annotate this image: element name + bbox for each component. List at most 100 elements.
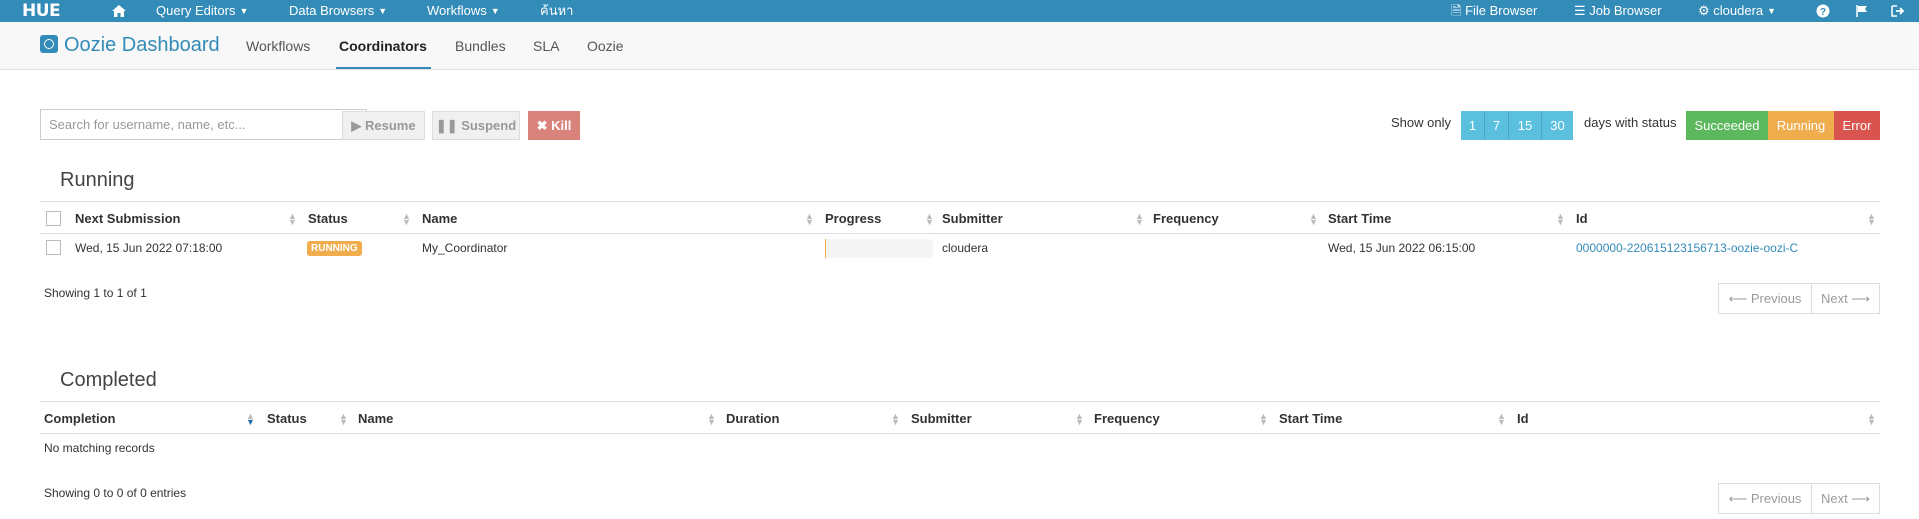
menu-label: Query Editors [156,3,236,18]
chevron-down-icon: ▼ [490,6,500,16]
show-only-label: Show only [1391,115,1451,130]
chevron-down-icon: ▼ [239,6,249,16]
running-next-button[interactable]: Next ⟶ [1811,283,1880,314]
col-submitter[interactable]: Submitter [911,411,972,426]
job-browser-link[interactable]: ☰ Job Browser [1574,0,1662,22]
home-icon[interactable] [111,0,127,22]
arrow-right-icon: ⟶ [1851,291,1870,306]
empty-table-message: No matching records [44,441,155,455]
col-id[interactable]: Id [1576,211,1588,226]
tab-workflows[interactable]: Workflows [246,38,310,54]
days-7-button[interactable]: 7 [1485,111,1509,140]
col-name[interactable]: Name [422,211,457,226]
job-browser-label: Job Browser [1589,3,1662,18]
sort-icon: ▲ ▼ [288,211,297,227]
cell-next-submission: Wed, 15 Jun 2022 07:18:00 [75,241,223,255]
col-status[interactable]: Status [308,211,348,226]
col-start-time[interactable]: Start Time [1328,211,1391,226]
tab-sla[interactable]: SLA [533,38,559,54]
oozie-icon [40,35,58,53]
days-with-status-label: days with status [1584,115,1677,130]
completed-next-button[interactable]: Next ⟶ [1811,483,1880,514]
kill-label: Kill [551,118,572,133]
user-menu[interactable]: ⚙ cloudera ▼ [1698,0,1776,22]
sort-icon: ▲ ▼ [891,411,900,427]
col-progress[interactable]: Progress [825,211,881,226]
tab-oozie[interactable]: Oozie [587,38,624,54]
search-input[interactable] [40,109,367,140]
running-table-info: Showing 1 to 1 of 1 [44,286,147,300]
flag-icon[interactable] [1855,0,1869,22]
file-browser-label: File Browser [1465,3,1538,18]
row-checkbox[interactable] [46,240,61,255]
file-icon: 🗎 [1451,3,1462,18]
coordinator-id-link[interactable]: 0000000-220615123156713-oozie-oozi-C [1576,241,1798,255]
hue-logo[interactable]: HUE [22,1,61,21]
sort-icon: ▲ ▼ [1867,411,1876,427]
menu-query-editors[interactable]: Query Editors ▼ [156,0,248,22]
select-all-checkbox[interactable] [46,211,61,226]
sort-icon: ▲ ▼ [1309,211,1318,227]
col-duration[interactable]: Duration [726,411,779,426]
completed-table-info: Showing 0 to 0 of 0 entries [44,486,187,500]
completed-previous-button[interactable]: ⟵ Previous [1718,483,1812,514]
top-navbar: HUE Query Editors ▼ Data Browsers ▼ Workfl… [0,0,1919,22]
sort-desc-icon: ▲ ▼ [246,411,255,427]
active-tab-indicator [336,67,431,69]
col-frequency[interactable]: Frequency [1094,411,1160,426]
col-name[interactable]: Name [358,411,393,426]
sort-icon: ▲ ▼ [805,211,814,227]
next-label: Next [1821,491,1848,506]
menu-label: Workflows [427,3,487,18]
divider [40,433,1880,434]
cell-name: My_Coordinator [422,241,508,255]
sort-icon: ▲ ▼ [1556,211,1565,227]
sort-icon: ▲ ▼ [1135,211,1144,227]
col-start-time[interactable]: Start Time [1279,411,1342,426]
tab-coordinators[interactable]: Coordinators [339,38,427,54]
filter-running-button[interactable]: Running [1768,111,1834,140]
days-1-button[interactable]: 1 [1461,111,1485,140]
days-15-button[interactable]: 15 [1509,111,1542,140]
chevron-down-icon: ▼ [1767,6,1777,16]
status-badge: RUNNING [307,241,362,256]
tab-bundles[interactable]: Bundles [455,38,506,54]
resume-button[interactable]: ▶ Resume [342,111,425,140]
file-browser-link[interactable]: 🗎 File Browser [1451,0,1537,22]
pause-icon: ❚❚ [435,118,458,133]
cogs-icon: ⚙ [1698,3,1710,18]
previous-label: Previous [1750,291,1802,306]
oozie-subnav: Oozie Dashboard Workflows Coordinators B… [0,22,1919,70]
running-previous-button[interactable]: ⟵ Previous [1718,283,1812,314]
col-submitter[interactable]: Submitter [942,211,1003,226]
col-frequency[interactable]: Frequency [1153,211,1219,226]
chevron-down-icon: ▼ [378,6,388,16]
filter-error-button[interactable]: Error [1834,111,1880,140]
col-completion[interactable]: Completion [44,411,116,426]
divider [40,201,1880,202]
days-30-button[interactable]: 30 [1542,111,1573,140]
kill-button[interactable]: ✖ Kill [528,111,580,140]
menu-search[interactable]: ค้นหา [540,0,573,22]
menu-data-browsers[interactable]: Data Browsers ▼ [289,0,387,22]
filter-succeeded-button[interactable]: Succeeded [1686,111,1768,140]
next-label: Next [1821,291,1848,306]
progress-bar [825,239,933,258]
arrow-left-icon: ⟵ [1728,491,1748,506]
logout-icon[interactable] [1891,0,1905,22]
col-next-submission[interactable]: Next Submission [75,211,180,226]
menu-workflows[interactable]: Workflows ▼ [427,0,500,22]
suspend-label: Suspend [461,118,517,133]
suspend-button[interactable]: ❚❚ Suspend [432,111,520,140]
dashboard-title[interactable]: Oozie Dashboard [40,34,220,57]
col-status[interactable]: Status [267,411,307,426]
user-name: cloudera [1713,3,1764,18]
sort-icon: ▲ ▼ [707,411,716,427]
col-id[interactable]: Id [1517,411,1529,426]
sort-icon: ▲ ▼ [925,211,934,227]
help-icon[interactable]: ? [1816,0,1830,22]
previous-label: Previous [1750,491,1802,506]
completed-section-title: Completed [60,369,157,391]
cell-start-time: Wed, 15 Jun 2022 06:15:00 [1328,241,1476,255]
play-icon: ▶ [351,118,362,133]
